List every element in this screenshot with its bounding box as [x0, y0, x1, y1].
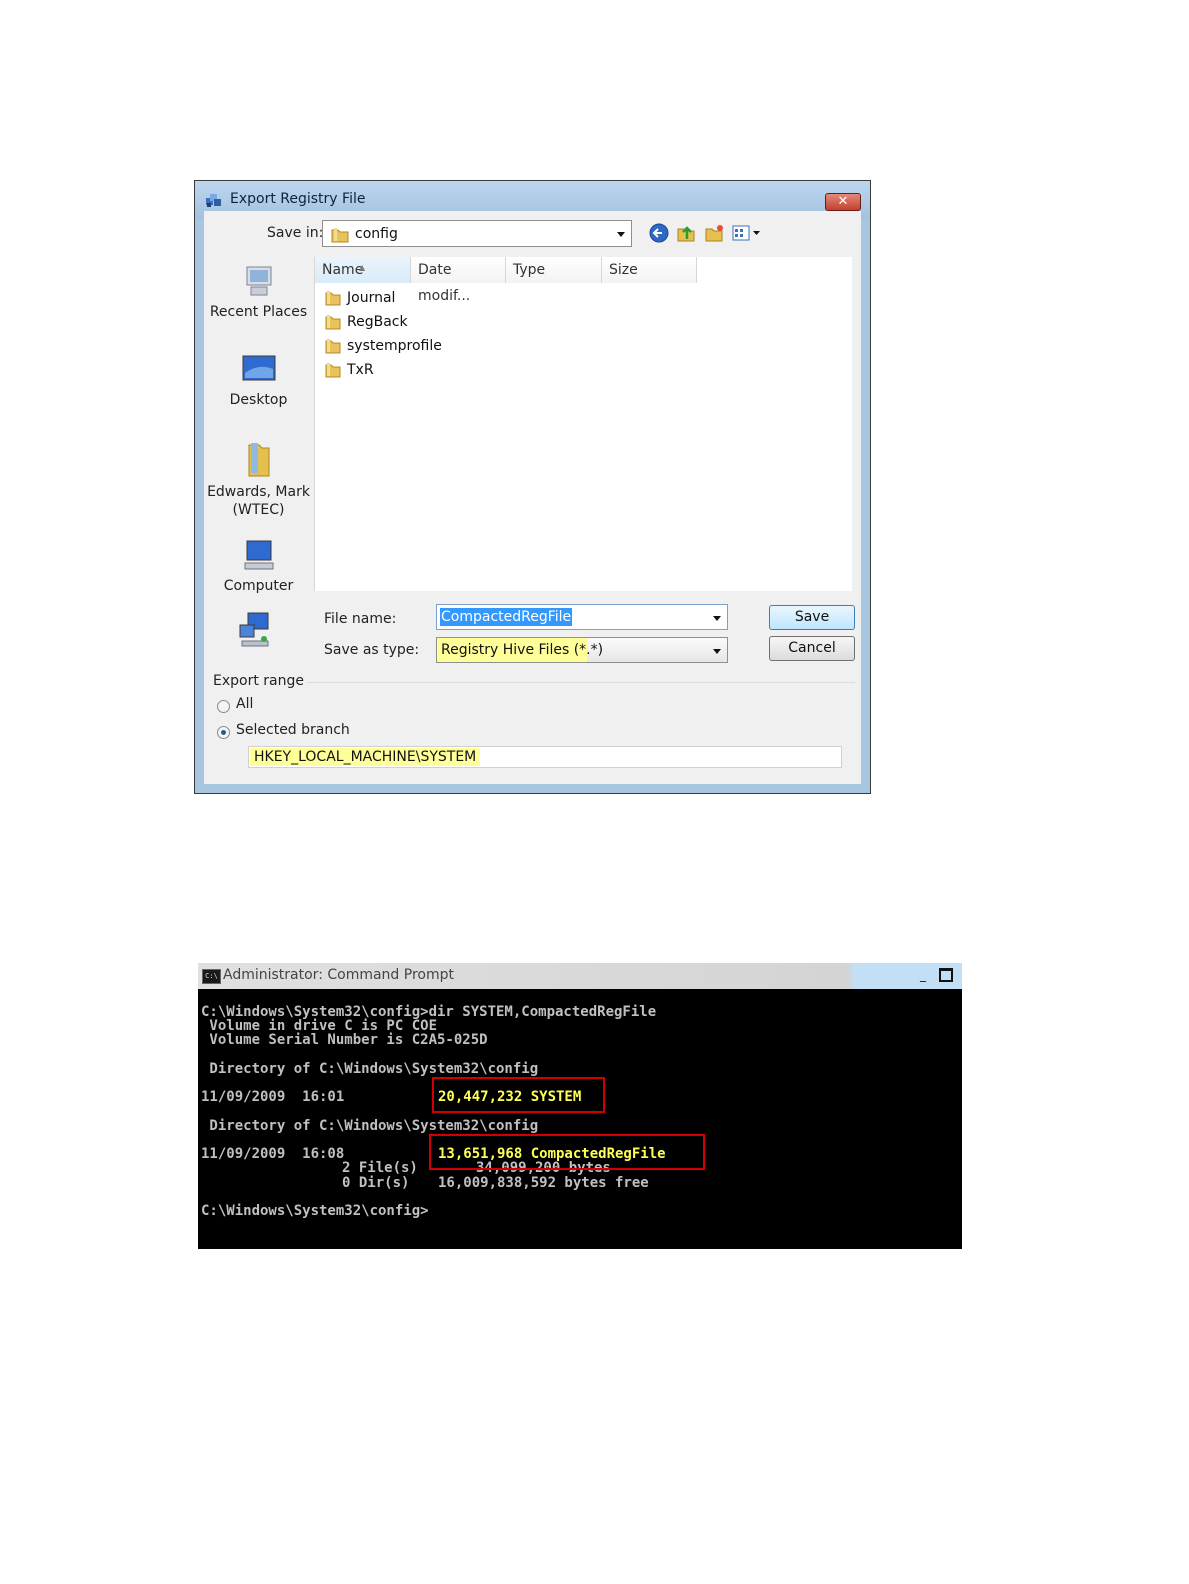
radio-all[interactable] [217, 700, 230, 713]
column-header-name[interactable]: Name ▲ [315, 257, 411, 283]
dialog-title: Export Registry File [230, 191, 366, 207]
places-bar: Recent Places Desktop Edwards, Mark (WTE… [204, 253, 313, 595]
folder-icon [325, 339, 341, 354]
registry-editor-icon [206, 194, 221, 207]
file-name: systemprofile [347, 338, 442, 354]
user-folder-icon [248, 443, 269, 477]
save-as-type-label: Save as type: [324, 642, 420, 658]
dialog-client: Save in: config Recent Places Desktop Ed… [204, 211, 861, 784]
export-registry-dialog: Export Registry File ✕ Save in: config R… [194, 180, 871, 794]
folder-icon [325, 291, 341, 306]
save-in-dropdown[interactable]: config [322, 220, 632, 247]
console-line: 2 File(s) [342, 1160, 418, 1176]
place-user-folder[interactable]: Edwards, Mark (WTEC) [204, 439, 313, 519]
console-line: Volume Serial Number is C2A5-025D [201, 1032, 488, 1048]
command-prompt-window: C:\ Administrator: Command Prompt _ C:\W… [198, 963, 962, 1249]
close-icon: ✕ [837, 194, 849, 209]
console-line: 11/09/2009 16:01 [201, 1089, 345, 1105]
place-recent-places[interactable]: Recent Places [204, 263, 313, 321]
save-button[interactable]: Save [769, 605, 855, 630]
up-folder-icon[interactable] [676, 223, 696, 243]
file-name: Journal [347, 290, 396, 306]
console-line: 11/09/2009 16:08 [201, 1146, 345, 1162]
file-name-label: File name: [324, 611, 397, 627]
minimize-button[interactable]: _ [920, 969, 934, 983]
sort-ascending-icon: ▲ [359, 263, 366, 272]
folder-icon [325, 363, 341, 378]
file-name: RegBack [347, 314, 408, 330]
column-label: Size [609, 262, 638, 278]
annotation-box [432, 1077, 605, 1113]
export-range-label: Export range [213, 673, 307, 689]
radio-selected-branch-label[interactable]: Selected branch [236, 722, 350, 738]
group-divider [294, 682, 855, 683]
save-as-type-value: Registry Hive Files (*.*) [441, 642, 604, 658]
place-label: Edwards, Mark (WTEC) [207, 484, 310, 518]
close-button[interactable]: ✕ [825, 193, 861, 211]
console-title: Administrator: Command Prompt [223, 967, 454, 983]
console-line: Directory of C:\Windows\System32\config [201, 1118, 539, 1134]
file-name: TxR [347, 362, 374, 378]
back-icon[interactable] [649, 223, 669, 243]
place-label: Computer [223, 578, 294, 594]
minimize-icon: _ [920, 968, 926, 982]
column-header-type[interactable]: Type [506, 257, 602, 283]
selected-branch-field[interactable]: HKEY_LOCAL_MACHINE\SYSTEM [248, 746, 842, 768]
cancel-button[interactable]: Cancel [769, 636, 855, 661]
column-label: Date modif... [418, 262, 471, 304]
column-header-size[interactable]: Size [602, 257, 697, 283]
place-computer[interactable]: Computer [204, 539, 313, 595]
folder-icon [325, 315, 341, 330]
chevron-down-icon [713, 649, 721, 654]
console-line: 0 Dir(s) [342, 1175, 410, 1191]
console-icon: C:\ [202, 969, 221, 984]
file-list[interactable]: Name ▲ Date modif... Type Size Journal R… [314, 257, 852, 591]
place-desktop[interactable]: Desktop [204, 353, 313, 409]
computer-icon [244, 540, 273, 570]
column-label: Type [513, 262, 546, 278]
place-label: Recent Places [209, 304, 308, 320]
console-prompt[interactable]: C:\Windows\System32\config> [201, 1203, 429, 1219]
console-line: 16,009,838,592 bytes free [438, 1175, 649, 1191]
folder-icon [331, 228, 349, 243]
chevron-down-icon [617, 232, 625, 237]
save-in-label: Save in: [267, 225, 324, 241]
file-name-field[interactable]: CompactedRegFile [436, 604, 728, 630]
annotation-box [429, 1134, 705, 1170]
network-computer-icon [239, 612, 269, 647]
maximize-button[interactable] [939, 968, 953, 982]
views-menu-icon[interactable] [732, 223, 762, 243]
place-label: Desktop [229, 392, 288, 408]
desktop-icon [242, 355, 275, 381]
save-as-type-dropdown[interactable]: Registry Hive Files (*.*) [436, 637, 728, 663]
column-header-date[interactable]: Date modif... [411, 257, 506, 304]
radio-all-label[interactable]: All [236, 696, 253, 712]
column-label: Name [322, 262, 364, 278]
new-folder-icon[interactable] [704, 223, 724, 243]
console-titlebar[interactable]: C:\ Administrator: Command Prompt _ [198, 963, 962, 989]
recent-places-icon [246, 266, 271, 296]
radio-selected-branch[interactable] [217, 726, 230, 739]
file-name-value: CompactedRegFile [440, 608, 573, 626]
selected-branch-value: HKEY_LOCAL_MACHINE\SYSTEM [250, 748, 481, 766]
save-in-value: config [355, 226, 398, 242]
console-output[interactable]: C:\Windows\System32\config>dir SYSTEM,Co… [198, 989, 962, 1249]
console-line: Directory of C:\Windows\System32\config [201, 1061, 539, 1077]
chevron-down-icon[interactable] [713, 616, 721, 621]
